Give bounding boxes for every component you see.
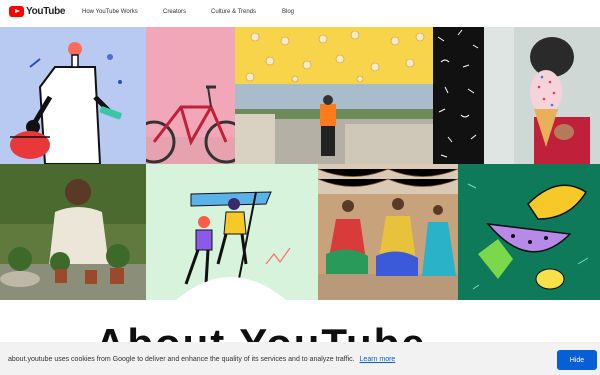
hero-mosaic [0,27,600,300]
climbers-illustration [146,164,318,300]
fruit-illustration [458,164,600,300]
top-nav: YouTube How YouTube Works Creators Cultu… [0,0,600,27]
popcorn-on-yellow-photo [235,27,433,84]
nav-link-how-youtube-works[interactable]: How YouTube Works [82,9,138,15]
cookie-message: about.youtube uses cookies from Google t… [8,356,395,363]
cookie-banner: about.youtube uses cookies from Google t… [0,342,600,375]
scientist-illustration [0,27,146,164]
pink-bicycle-photo [146,27,235,164]
ice-cream-photo [484,27,600,164]
nav-link-creators[interactable]: Creators [163,9,186,15]
learn-more-link[interactable]: Learn more [360,356,396,363]
motorcycle-rider-photo [235,84,433,164]
logo-text: YouTube [26,6,66,17]
hide-cookie-button[interactable]: Hide [557,350,597,370]
dancers-photo [318,164,458,300]
nav-link-culture-trends[interactable]: Culture & Trends [211,9,256,15]
youtube-play-icon [9,6,24,17]
cookie-message-text: about.youtube uses cookies from Google t… [8,356,355,363]
black-pattern-tile [433,27,484,164]
youtube-logo[interactable]: YouTube [9,6,66,17]
nav-link-blog[interactable]: Blog [282,9,294,15]
gardener-photo [0,164,146,300]
